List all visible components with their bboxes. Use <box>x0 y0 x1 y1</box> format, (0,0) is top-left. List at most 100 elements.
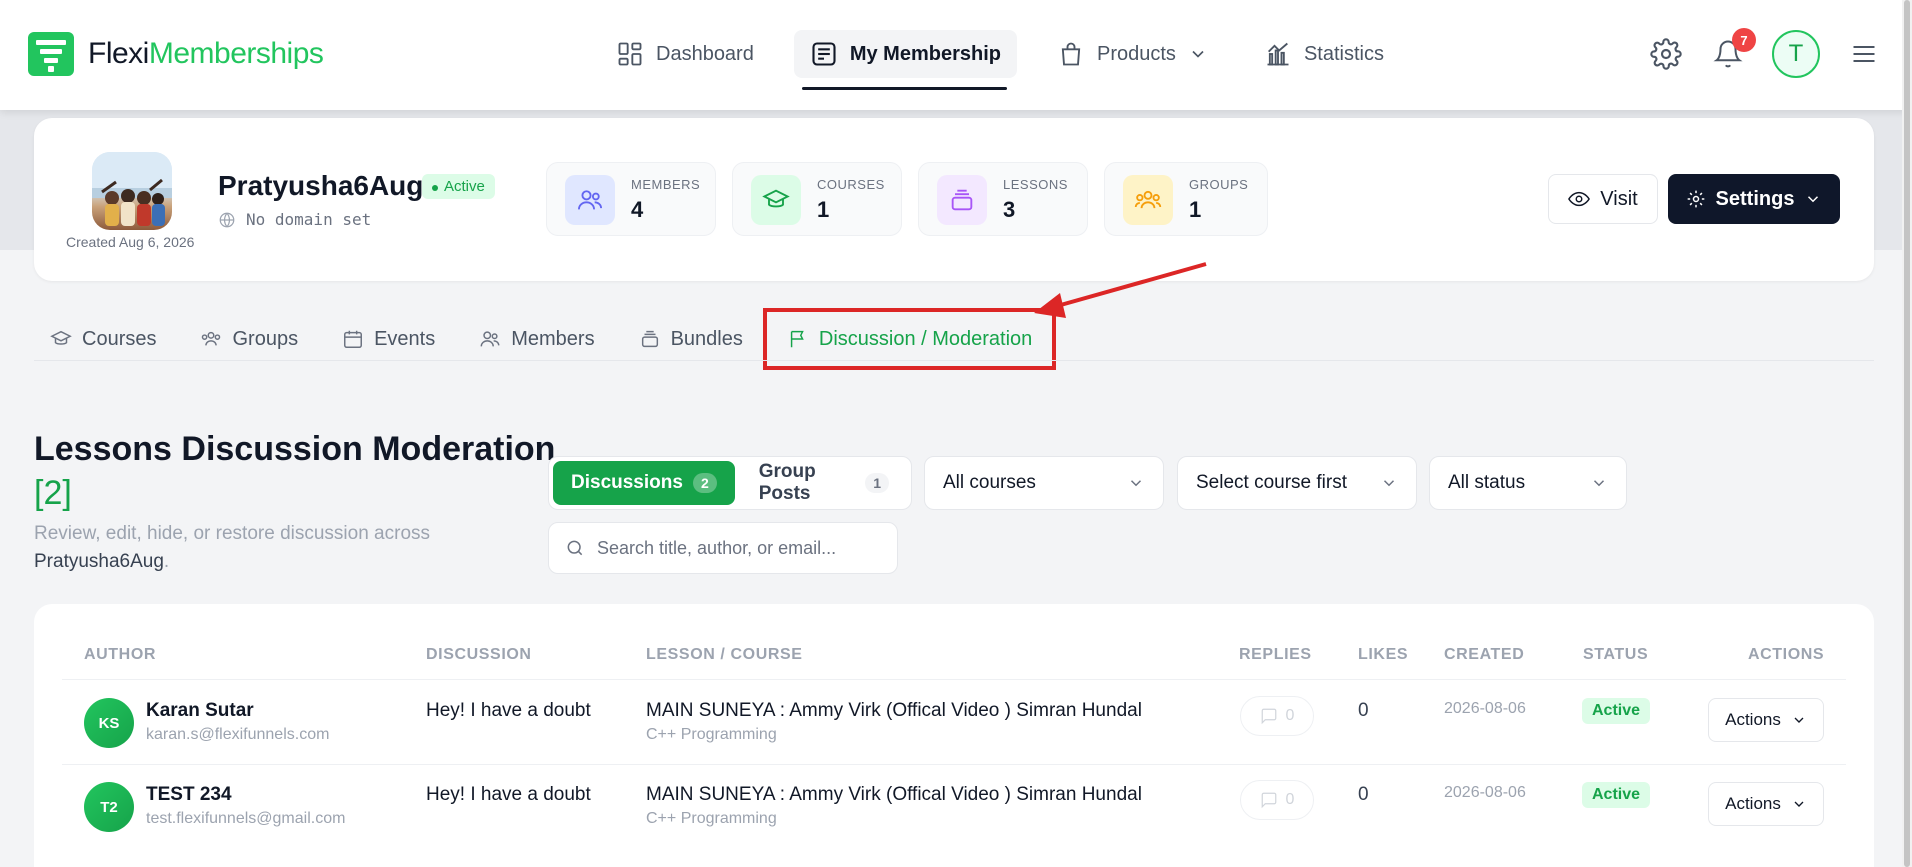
header-replies: REPLIES <box>1239 646 1312 663</box>
page-title: Lessons Discussion Moderation <box>34 430 556 468</box>
domain-text: No domain set <box>246 210 372 229</box>
membership-name: Pratyusha6Aug <box>218 170 424 201</box>
header-author: AUTHOR <box>84 646 157 663</box>
discussions-label: Discussions <box>571 472 683 493</box>
course-name: C++ Programming <box>646 810 777 827</box>
chevron-down-icon <box>1192 50 1204 58</box>
author-avatar: T2 <box>84 782 134 832</box>
group-posts-label: Group Posts <box>758 461 816 504</box>
stat-courses: COURSES 1 <box>732 162 902 236</box>
discussion-title[interactable]: Hey! I have a doubt <box>426 700 591 722</box>
settings-gear-button[interactable] <box>1648 36 1684 72</box>
graduation-cap-icon <box>50 330 72 345</box>
search-box <box>548 522 898 574</box>
settings-button[interactable]: Settings <box>1668 174 1840 224</box>
courses-select-value: All courses <box>943 472 1036 493</box>
actions-label: Actions <box>1725 794 1781 813</box>
tab-bundles[interactable]: Bundles <box>639 319 743 359</box>
visit-button[interactable]: Visit <box>1548 174 1658 224</box>
chevron-down-icon <box>1593 480 1605 487</box>
discussions-toggle[interactable]: Discussions 2 <box>553 461 735 505</box>
replies-pill[interactable]: 0 <box>1240 696 1314 736</box>
status-badge: Active <box>1582 698 1651 724</box>
chevron-down-icon <box>1808 196 1819 203</box>
author-name: Karan Sutar <box>146 700 254 721</box>
nav-my-membership[interactable]: My Membership <box>793 30 1017 90</box>
header-likes: LIKES <box>1358 646 1409 663</box>
grid-icon <box>618 42 642 66</box>
stat-groups-value: 1 <box>1189 197 1202 222</box>
tab-events-label: Events <box>374 327 436 350</box>
header-lesson-course: LESSON / COURSE <box>646 646 803 663</box>
notifications-button[interactable]: 7 <box>1710 28 1756 72</box>
graduation-cap-icon <box>751 175 801 225</box>
course-name: C++ Programming <box>646 726 777 743</box>
membership-tabs: Courses Groups Events Members Bundles Di… <box>50 308 1096 370</box>
group-icon <box>202 331 221 346</box>
author-email: karan.s@flexifunnels.com <box>146 726 330 743</box>
group-posts-toggle[interactable]: Group Posts 1 <box>741 461 907 505</box>
tab-groups-label: Groups <box>232 327 299 350</box>
stat-courses-label: COURSES <box>817 177 885 192</box>
nav-statistics[interactable]: Statistics <box>1248 30 1400 78</box>
likes-count: 0 <box>1358 700 1369 721</box>
lesson-select[interactable]: Select course first <box>1177 456 1417 510</box>
created-date: Created Aug 6, 2026 <box>66 234 195 250</box>
stat-groups: GROUPS 1 <box>1104 162 1268 236</box>
nav-products[interactable]: Products <box>1041 30 1224 78</box>
tab-discussion-moderation[interactable]: Discussion / Moderation <box>762 308 1057 370</box>
menu-button[interactable] <box>1846 36 1882 72</box>
nav-dashboard-label: Dashboard <box>656 42 754 65</box>
group-icon <box>1123 175 1173 225</box>
discussion-count: [2] <box>34 474 72 512</box>
stat-members: MEMBERS 4 <box>546 162 716 236</box>
top-nav: FlexiMemberships Dashboard My Membership… <box>0 0 1912 110</box>
nav-dashboard[interactable]: Dashboard <box>600 30 770 78</box>
header-status: STATUS <box>1583 646 1649 663</box>
tab-courses[interactable]: Courses <box>50 319 156 359</box>
layers-icon <box>641 330 658 348</box>
created-date: 2026-08-06 <box>1444 784 1526 801</box>
actions-label: Actions <box>1725 710 1781 729</box>
settings-label: Settings <box>1715 187 1795 210</box>
tab-groups[interactable]: Groups <box>200 319 298 359</box>
table-row: T2 TEST 234 test.flexifunnels@gmail.com … <box>0 764 1912 848</box>
gear-icon <box>1687 190 1704 208</box>
group-posts-count: 1 <box>865 473 889 493</box>
search-input[interactable] <box>597 537 867 559</box>
tab-events[interactable]: Events <box>342 319 435 359</box>
description-suffix: . <box>163 551 170 572</box>
comment-icon <box>1261 792 1276 809</box>
bag-icon <box>1061 42 1081 66</box>
courses-select[interactable]: All courses <box>924 456 1164 510</box>
globe-icon <box>219 212 235 227</box>
description-prefix: Review, edit, hide, or restore discussio… <box>34 523 431 544</box>
scrollbar-thumb[interactable] <box>1904 0 1910 867</box>
author-name: TEST 234 <box>146 784 232 805</box>
actions-button[interactable]: Actions <box>1708 782 1824 826</box>
status-select[interactable]: All status <box>1429 456 1627 510</box>
stat-lessons-label: LESSONS <box>1003 177 1068 192</box>
search-icon <box>567 540 583 556</box>
discussion-title[interactable]: Hey! I have a doubt <box>426 784 591 806</box>
user-avatar[interactable]: T <box>1772 30 1820 78</box>
actions-button[interactable]: Actions <box>1708 698 1824 742</box>
replies-count: 0 <box>1285 707 1295 724</box>
header-discussion: DISCUSSION <box>426 646 532 663</box>
stat-lessons-value: 3 <box>1003 197 1016 222</box>
page-scrollbar[interactable] <box>1902 0 1912 867</box>
tab-members-label: Members <box>511 327 595 350</box>
membership-avatar <box>92 152 172 230</box>
nav-products-label: Products <box>1097 42 1176 65</box>
stat-members-label: MEMBERS <box>631 177 701 192</box>
visit-label: Visit <box>1600 187 1638 210</box>
chevron-down-icon <box>1383 480 1395 487</box>
created-date: 2026-08-06 <box>1444 700 1526 717</box>
flag-icon <box>790 330 804 348</box>
author-email: test.flexifunnels@gmail.com <box>146 810 346 827</box>
replies-pill[interactable]: 0 <box>1240 780 1314 820</box>
table-row: KS Karan Sutar karan.s@flexifunnels.com … <box>0 680 1912 764</box>
brand-logo[interactable]: FlexiMemberships <box>28 32 324 76</box>
tab-members[interactable]: Members <box>479 319 595 359</box>
gear-icon <box>1650 38 1682 70</box>
